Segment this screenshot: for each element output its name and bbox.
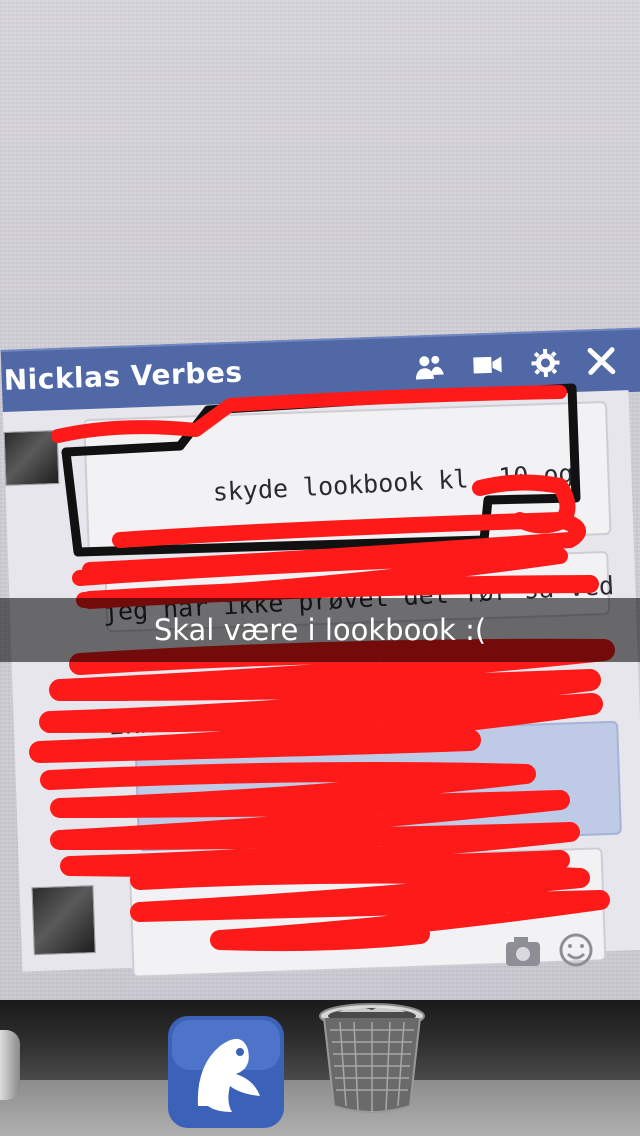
caption-bar: Skal være i lookbook :( — [0, 598, 640, 662]
caption-text: Skal være i lookbook :( — [153, 613, 487, 647]
app-icon[interactable] — [168, 1016, 284, 1128]
dock-edge-reflection — [0, 1030, 20, 1100]
red-scribble — [29, 385, 615, 952]
drawing-overlay — [29, 383, 615, 952]
trash-icon[interactable] — [316, 1002, 428, 1116]
